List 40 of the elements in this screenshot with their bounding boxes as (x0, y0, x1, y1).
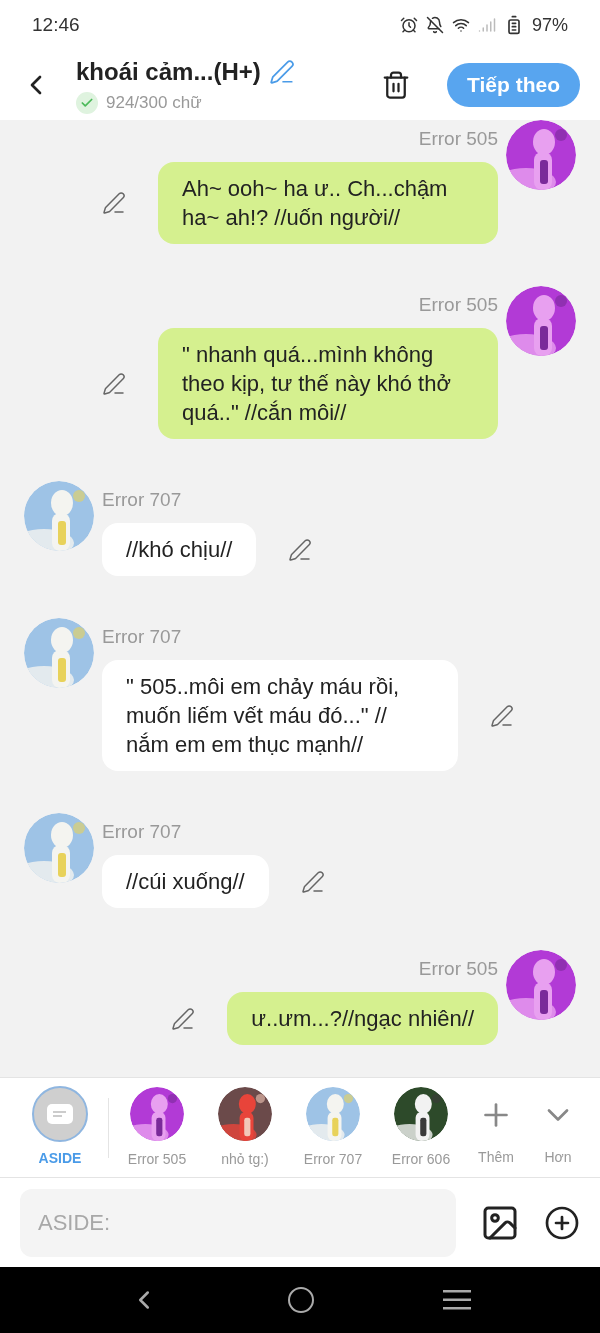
battery-level: 97% (531, 13, 568, 37)
message-bubble: //cúi xuống// (102, 855, 269, 908)
note-icon (47, 1104, 73, 1124)
sender-name: Error 707 (102, 626, 182, 648)
sender-name: Error 505 (418, 958, 498, 980)
edit-icon[interactable] (300, 869, 325, 894)
sender-name: Error 505 (418, 128, 498, 150)
character-label[interactable]: Error 505 (127, 1149, 187, 1170)
edit-icon[interactable] (490, 703, 514, 728)
edit-icon[interactable] (102, 191, 126, 215)
mute-icon (425, 16, 444, 34)
next-button[interactable]: Tiếp theo (447, 63, 580, 107)
character-label[interactable]: Thêm (478, 1147, 514, 1168)
character-label[interactable]: Error 707 (303, 1149, 363, 1170)
signal-icon (477, 16, 496, 34)
message-input[interactable]: ASIDE: (20, 1188, 456, 1257)
status-time: 12:46 (32, 12, 80, 37)
sender-name: Error 707 (102, 489, 182, 511)
wifi-icon (451, 16, 470, 34)
character-label[interactable]: Error 606 (391, 1149, 451, 1170)
edit-icon[interactable] (102, 371, 126, 396)
story-title: khoái cảm...(H+) (76, 57, 261, 88)
edit-icon[interactable] (171, 1006, 196, 1031)
sender-name: Error 505 (418, 294, 498, 316)
word-count: 924/300 chữ (106, 92, 202, 115)
add-circle-icon[interactable] (544, 1204, 580, 1241)
message-bubble: ư..ưm...?//ngạc nhiên// (227, 992, 498, 1045)
message-bubble: Ah~ ooh~ ha ư.. Ch...chậm ha~ ah!? //uốn người// (158, 162, 498, 244)
character-label[interactable]: nhỏ tg:) (221, 1149, 269, 1170)
alarm-icon (399, 16, 418, 34)
message-bubble: " 505..môi em chảy máu rồi, muốn liếm vết máu đó..." // nắm em em thục mạnh// (102, 660, 458, 771)
message-bubble: " nhanh quá...mình không theo kịp, tư thế này khó thở quá.." //cắn môi// (158, 328, 498, 439)
sender-name: Error 707 (102, 821, 182, 843)
edit-icon[interactable] (268, 59, 295, 86)
character-label[interactable]: ASIDE (38, 1148, 82, 1169)
character-label[interactable]: Hơn (544, 1147, 572, 1168)
message-bubble: //khó chịu// (102, 523, 257, 576)
nav-menu-icon[interactable] (443, 1289, 472, 1311)
edit-icon[interactable] (288, 537, 313, 562)
nav-home-icon[interactable] (288, 1287, 314, 1313)
